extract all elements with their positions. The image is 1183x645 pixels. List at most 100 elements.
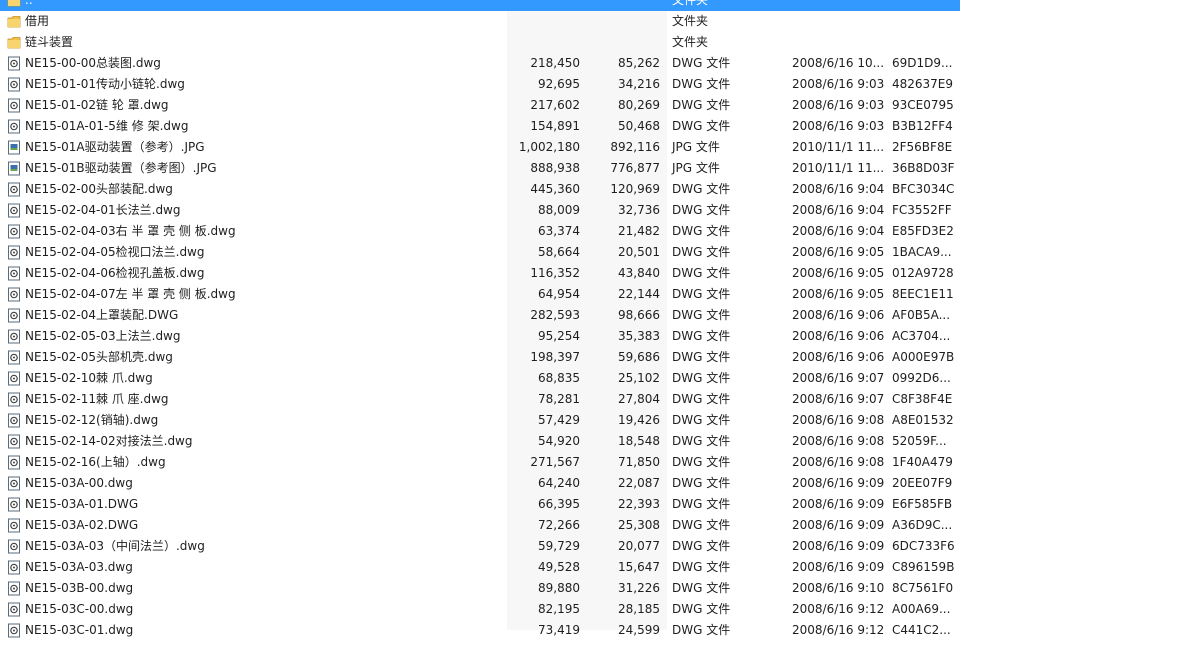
file-name: NE15-02-04-05检视口法兰.dwg bbox=[25, 245, 205, 259]
file-size: 282,593 bbox=[530, 308, 580, 322]
file-size: 88,009 bbox=[538, 203, 580, 217]
file-row[interactable]: NE15-03B-00.dwg 89,880 31,226 DWG 文件 2008/6/… bbox=[0, 578, 960, 599]
file-size: 89,880 bbox=[538, 581, 580, 595]
file-row[interactable]: NE15-03C-01.dwg 73,419 24,599 DWG 文件 2008/6/… bbox=[0, 620, 960, 641]
file-packed-size: 21,482 bbox=[618, 224, 660, 238]
file-row[interactable]: NE15-01B驱动装置（参考图）.JPG 888,938 776,877 JPG 文… bbox=[0, 158, 960, 179]
file-row[interactable]: NE15-00-00总装图.dwg 218,450 85,262 DWG 文件 2008… bbox=[0, 53, 960, 74]
file-row[interactable]: NE15-02-04-03右 半 罩 壳 侧 板.dwg 63,374 21,482… bbox=[0, 221, 960, 242]
file-name: NE15-01A-01-5维 修 架.dwg bbox=[25, 119, 189, 133]
dwg-file-icon bbox=[7, 350, 21, 365]
file-row[interactable]: NE15-02-12(销轴).dwg 57,429 19,426 DWG 文件 2008… bbox=[0, 410, 960, 431]
file-name: NE15-02-14-02对接法兰.dwg bbox=[25, 434, 193, 448]
file-row[interactable]: NE15-01-01传动小链轮.dwg 92,695 34,216 DWG 文件 200… bbox=[0, 74, 960, 95]
file-crc: 012A9728 bbox=[892, 266, 954, 280]
file-size: 1,002,180 bbox=[518, 140, 580, 154]
file-list[interactable]: .. 文件夹 借用 文件夹 链斗装置 文件夹 NE15-00-00总装图.dwg 218,45… bbox=[0, 0, 960, 641]
file-size: 445,360 bbox=[530, 182, 580, 196]
file-name: .. bbox=[25, 0, 33, 7]
file-row[interactable]: NE15-03A-02.DWG 72,266 25,308 DWG 文件 2008/6/… bbox=[0, 515, 960, 536]
file-size: 73,419 bbox=[538, 623, 580, 637]
file-name: NE15-02-04上罩装配.DWG bbox=[25, 308, 179, 322]
file-row[interactable]: NE15-02-04-01长法兰.dwg 88,009 32,736 DWG 文件 20… bbox=[0, 200, 960, 221]
file-row[interactable]: NE15-03C-00.dwg 82,195 28,185 DWG 文件 2008/6/… bbox=[0, 599, 960, 620]
file-name: NE15-01-01传动小链轮.dwg bbox=[25, 77, 185, 91]
file-row[interactable]: NE15-02-04上罩装配.DWG 282,593 98,666 DWG 文件 200… bbox=[0, 305, 960, 326]
file-row[interactable]: NE15-01A驱动装置（参考）.JPG 1,002,180 892,116 JPG … bbox=[0, 137, 960, 158]
file-row[interactable]: NE15-03A-03（中间法兰）.dwg 59,729 20,077 DWG 文件 2… bbox=[0, 536, 960, 557]
file-size: 58,664 bbox=[538, 245, 580, 259]
file-type: DWG 文件 bbox=[672, 539, 731, 553]
dwg-file-icon bbox=[7, 203, 21, 218]
jpg-file-icon bbox=[7, 161, 21, 176]
file-row[interactable]: NE15-02-05头部机壳.dwg 198,397 59,686 DWG 文件 200… bbox=[0, 347, 960, 368]
file-packed-size: 34,216 bbox=[618, 77, 660, 91]
file-name: NE15-02-10棘 爪.dwg bbox=[25, 371, 153, 385]
file-modified: 2008/6/16 9:03 bbox=[792, 98, 885, 112]
file-packed-size: 18,548 bbox=[618, 434, 660, 448]
file-row[interactable]: NE15-02-14-02对接法兰.dwg 54,920 18,548 DWG 文件 2… bbox=[0, 431, 960, 452]
file-size: 66,395 bbox=[538, 497, 580, 511]
file-crc: A36D9C... bbox=[892, 518, 953, 532]
file-crc: 482637E9 bbox=[892, 77, 954, 91]
file-type: DWG 文件 bbox=[672, 581, 731, 595]
file-size: 95,254 bbox=[538, 329, 580, 343]
file-crc: 36B8D03F bbox=[892, 161, 955, 175]
file-modified: 2008/6/16 9:07 bbox=[792, 392, 885, 406]
file-row[interactable]: NE15-02-05-03上法兰.dwg 95,254 35,383 DWG 文件 20… bbox=[0, 326, 960, 347]
file-packed-size: 35,383 bbox=[618, 329, 660, 343]
dwg-file-icon bbox=[7, 329, 21, 344]
file-modified: 2008/6/16 9:06 bbox=[792, 350, 885, 364]
file-modified: 2008/6/16 9:04 bbox=[792, 182, 885, 196]
file-row[interactable]: .. 文件夹 bbox=[0, 0, 960, 11]
file-size: 64,954 bbox=[538, 287, 580, 301]
file-modified: 2008/6/16 9:03 bbox=[792, 77, 885, 91]
file-name: NE15-03B-00.dwg bbox=[25, 581, 134, 595]
file-row[interactable]: NE15-02-04-05检视口法兰.dwg 58,664 20,501 DWG 文件… bbox=[0, 242, 960, 263]
file-row[interactable]: NE15-02-04-06检视孔盖板.dwg 116,352 43,840 DWG 文… bbox=[0, 263, 960, 284]
file-modified: 2008/6/16 10... bbox=[792, 56, 885, 70]
file-type: DWG 文件 bbox=[672, 434, 731, 448]
file-crc: AF0B5A... bbox=[892, 308, 951, 322]
file-crc: 69D1D9... bbox=[892, 56, 953, 70]
file-name: NE15-03A-01.DWG bbox=[25, 497, 139, 511]
file-row[interactable]: NE15-01-02链 轮 罩.dwg 217,602 80,269 DWG 文件 20… bbox=[0, 95, 960, 116]
file-row[interactable]: NE15-03A-01.DWG 66,395 22,393 DWG 文件 2008/6/… bbox=[0, 494, 960, 515]
file-row[interactable]: NE15-03A-03.dwg 49,528 15,647 DWG 文件 2008/6/… bbox=[0, 557, 960, 578]
file-row[interactable]: NE15-03A-00.dwg 64,240 22,087 DWG 文件 2008/6/… bbox=[0, 473, 960, 494]
file-row[interactable]: NE15-02-00头部装配.dwg 445,360 120,969 DWG 文件 20… bbox=[0, 179, 960, 200]
file-name: NE15-02-05头部机壳.dwg bbox=[25, 350, 173, 364]
file-type: DWG 文件 bbox=[672, 182, 731, 196]
file-type: DWG 文件 bbox=[672, 287, 731, 301]
dwg-file-icon bbox=[7, 476, 21, 491]
dwg-file-icon bbox=[7, 497, 21, 512]
file-size: 57,429 bbox=[538, 413, 580, 427]
file-modified: 2008/6/16 9:09 bbox=[792, 476, 885, 490]
file-name: 链斗装置 bbox=[25, 35, 74, 49]
file-type: DWG 文件 bbox=[672, 602, 731, 616]
file-packed-size: 25,102 bbox=[618, 371, 660, 385]
file-packed-size: 15,647 bbox=[618, 560, 660, 574]
file-row[interactable]: 链斗装置 文件夹 bbox=[0, 32, 960, 53]
dwg-file-icon bbox=[7, 455, 21, 470]
file-name: NE15-03A-00.dwg bbox=[25, 476, 133, 490]
file-modified: 2008/6/16 9:05 bbox=[792, 287, 885, 301]
file-packed-size: 98,666 bbox=[618, 308, 660, 322]
file-row[interactable]: 借用 文件夹 bbox=[0, 11, 960, 32]
file-packed-size: 22,144 bbox=[618, 287, 660, 301]
file-modified: 2008/6/16 9:09 bbox=[792, 539, 885, 553]
file-row[interactable]: NE15-01A-01-5维 修 架.dwg 154,891 50,468 DWG 文… bbox=[0, 116, 960, 137]
file-size: 63,374 bbox=[538, 224, 580, 238]
file-modified: 2010/11/1 11... bbox=[792, 140, 885, 154]
file-size: 64,240 bbox=[538, 476, 580, 490]
file-packed-size: 24,599 bbox=[618, 623, 660, 637]
file-row[interactable]: NE15-02-11棘 爪 座.dwg 78,281 27,804 DWG 文件 200… bbox=[0, 389, 960, 410]
file-size: 78,281 bbox=[538, 392, 580, 406]
file-crc: E6F585FB bbox=[892, 497, 953, 511]
file-row[interactable]: NE15-02-10棘 爪.dwg 68,835 25,102 DWG 文件 2008/… bbox=[0, 368, 960, 389]
file-name: NE15-02-16(上轴）.dwg bbox=[25, 455, 166, 469]
file-modified: 2008/6/16 9:09 bbox=[792, 560, 885, 574]
file-row[interactable]: NE15-02-04-07左 半 罩 壳 侧 板.dwg 64,954 22,144… bbox=[0, 284, 960, 305]
file-row[interactable]: NE15-02-16(上轴）.dwg 271,567 71,850 DWG 文件 200… bbox=[0, 452, 960, 473]
file-packed-size: 20,501 bbox=[618, 245, 660, 259]
